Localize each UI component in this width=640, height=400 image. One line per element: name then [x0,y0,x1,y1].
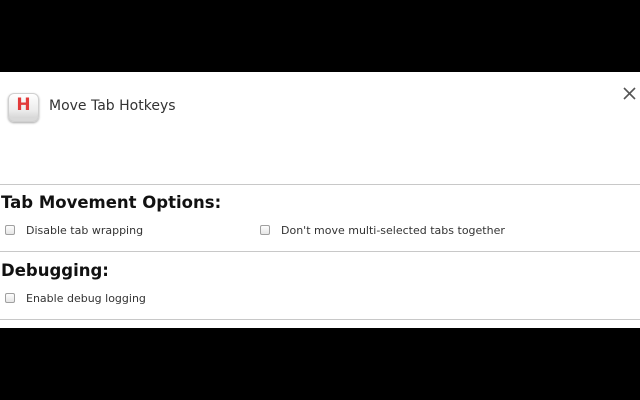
close-button[interactable] [620,84,640,104]
enable-debug-logging-checkbox[interactable] [5,293,15,303]
app-title: Move Tab Hotkeys [49,98,176,114]
option-enable-debug-logging[interactable]: Enable debug logging [5,290,146,306]
section-title-tab-movement: Tab Movement Options: [1,193,222,212]
option-label: Enable debug logging [26,291,146,305]
option-disable-tab-wrapping[interactable]: Disable tab wrapping [5,222,143,238]
option-label: Disable tab wrapping [26,223,144,237]
option-dont-move-multi-selected[interactable]: Don't move multi-selected tabs together [260,222,505,238]
app-icon-letter: H [16,95,31,115]
section-title-debugging: Debugging: [1,261,109,280]
section-divider [0,184,640,185]
section-divider [0,319,640,320]
disable-tab-wrapping-checkbox[interactable] [5,225,15,235]
option-label: Don't move multi-selected tabs together [281,223,505,237]
close-icon [623,87,636,100]
dont-move-multi-selected-checkbox[interactable] [260,225,270,235]
options-dialog: H Move Tab Hotkeys Tab Movement Options:… [0,72,640,328]
section-divider [0,251,640,252]
keycap-h-icon: H [8,93,39,122]
